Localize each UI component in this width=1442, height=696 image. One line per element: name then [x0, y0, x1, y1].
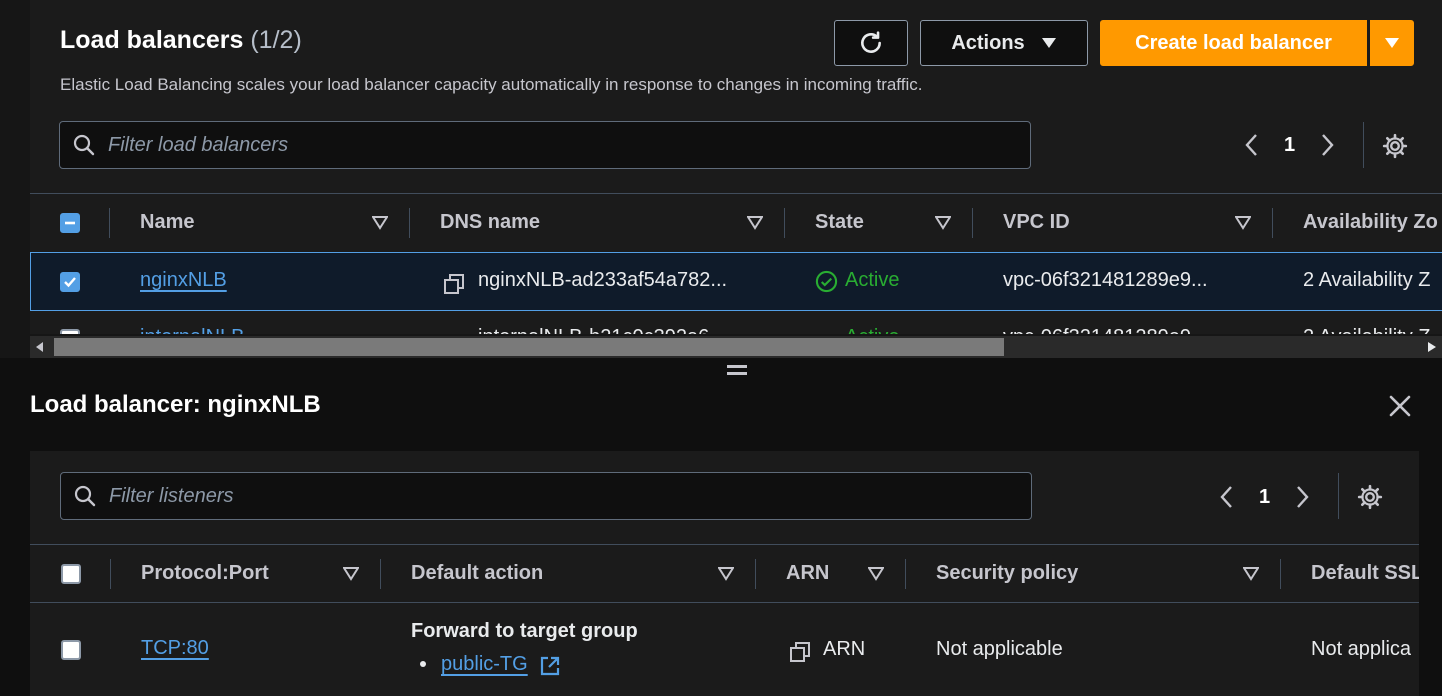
listeners-header-border [30, 602, 1419, 603]
column-separator [1272, 208, 1273, 238]
scroll-right-icon[interactable] [1428, 342, 1436, 352]
horizontal-scrollbar[interactable] [30, 336, 1442, 358]
page-number[interactable]: 1 [1259, 486, 1270, 509]
selection-count: (1/2) [250, 26, 302, 54]
dns-name-value: nginxNLB-ad233af54a782... [478, 269, 728, 291]
column-header-security-policy[interactable]: Security policy [936, 562, 1078, 585]
chevron-left-icon[interactable] [1242, 132, 1262, 158]
scroll-left-icon[interactable] [36, 342, 44, 352]
arn-value: ARN [823, 638, 866, 660]
search-placeholder: Filter listeners [109, 484, 234, 507]
actions-label: Actions [951, 31, 1025, 54]
pagination: 1 [1242, 132, 1337, 158]
load-balancer-name-link[interactable]: nginxNLB [140, 269, 227, 292]
column-separator [784, 208, 785, 238]
listeners-table-top-border [30, 544, 1419, 545]
filter-load-balancers-input[interactable]: Filter load balancers [59, 121, 1031, 169]
sort-icon[interactable] [1243, 567, 1259, 581]
column-separator [380, 559, 381, 589]
column-header-vpc-id[interactable]: VPC ID [1003, 211, 1070, 234]
external-link-icon[interactable] [539, 655, 561, 677]
bullet [420, 661, 426, 667]
vpc-id-value: vpc-06f321481289e9... [1003, 269, 1208, 291]
column-separator [755, 559, 756, 589]
row-checkbox[interactable] [60, 329, 80, 334]
copy-icon[interactable] [789, 641, 811, 663]
availability-zones-value: 2 Availability Z [1303, 269, 1431, 291]
sort-icon[interactable] [718, 567, 734, 581]
security-policy-value: Not applicable [936, 638, 1063, 660]
table-row-clipped[interactable]: internalNLB internalNLB-b21c0c392a6... A… [30, 311, 1442, 334]
pager-divider [1363, 122, 1364, 168]
sort-icon[interactable] [935, 216, 951, 230]
check-icon [64, 277, 76, 288]
actions-button[interactable]: Actions [920, 20, 1088, 66]
column-header-dns-name[interactable]: DNS name [440, 211, 540, 234]
column-separator [1280, 559, 1281, 589]
load-balancer-name-link[interactable]: internalNLB [140, 326, 245, 334]
refresh-icon [861, 31, 881, 53]
sort-icon[interactable] [868, 567, 884, 581]
filter-listeners-input[interactable]: Filter listeners [60, 472, 1032, 520]
column-separator [972, 208, 973, 238]
row-checkbox[interactable] [61, 640, 81, 660]
column-header-protocol-port[interactable]: Protocol:Port [141, 562, 269, 585]
row-checkbox[interactable] [60, 272, 80, 292]
column-separator [110, 559, 111, 589]
search-placeholder: Filter load balancers [108, 133, 289, 156]
column-separator [905, 559, 906, 589]
caret-down-icon [1041, 38, 1056, 48]
table-top-border [30, 193, 1442, 194]
column-separator [109, 208, 110, 238]
sort-icon[interactable] [1235, 216, 1251, 230]
state-value: Active [845, 326, 899, 334]
target-group-link[interactable]: public-TG [441, 653, 528, 676]
status-success-icon [815, 270, 838, 293]
select-all-listeners-checkbox[interactable] [61, 564, 81, 584]
search-icon [74, 485, 96, 507]
chevron-right-icon[interactable] [1292, 484, 1312, 510]
page-description: Elastic Load Balancing scales your load … [60, 75, 923, 94]
scrollbar-thumb[interactable] [54, 338, 1004, 356]
column-header-name[interactable]: Name [140, 211, 194, 234]
caret-down-icon [1385, 38, 1399, 48]
default-ssl-value: Not applica [1311, 638, 1412, 660]
column-header-default-ssl[interactable]: Default SSL [1311, 562, 1419, 585]
search-icon [73, 134, 95, 156]
dns-name-value: internalNLB-b21c0c392a6... [478, 326, 726, 334]
settings-gear-icon[interactable] [1382, 133, 1408, 159]
sort-icon[interactable] [372, 216, 388, 230]
copy-icon[interactable] [443, 273, 465, 295]
default-action-title: Forward to target group [411, 620, 638, 642]
sort-icon[interactable] [343, 567, 359, 581]
chevron-left-icon[interactable] [1217, 484, 1237, 510]
column-header-arn[interactable]: ARN [786, 562, 829, 585]
column-header-availability-zones[interactable]: Availability Zo [1303, 211, 1438, 234]
listeners-pagination: 1 [1217, 484, 1312, 510]
indeterminate-icon [65, 221, 75, 225]
state-value: Active [845, 269, 900, 291]
chevron-right-icon[interactable] [1317, 132, 1337, 158]
refresh-button[interactable] [834, 20, 908, 66]
column-header-default-action[interactable]: Default action [411, 562, 543, 585]
table-row-selected[interactable] [30, 252, 1442, 311]
availability-zones-value: 2 Availability Z [1303, 326, 1430, 334]
pager-divider [1338, 473, 1339, 519]
create-label: Create load balancer [1135, 31, 1332, 54]
column-header-state[interactable]: State [815, 211, 864, 234]
page-title: Load balancers (1/2) [60, 26, 302, 55]
sort-icon[interactable] [747, 216, 763, 230]
page-title-text: Load balancers [60, 26, 244, 54]
create-load-balancer-button[interactable]: Create load balancer [1100, 20, 1367, 66]
close-icon[interactable] [1386, 392, 1414, 420]
details-title: Load balancer: nginxNLB [30, 391, 321, 418]
resize-handle-icon[interactable] [727, 365, 747, 379]
settings-gear-icon[interactable] [1357, 484, 1383, 510]
create-options-button[interactable] [1370, 20, 1414, 66]
select-all-checkbox[interactable] [60, 213, 80, 233]
page-number[interactable]: 1 [1284, 134, 1295, 157]
column-separator [409, 208, 410, 238]
protocol-port-link[interactable]: TCP:80 [141, 637, 209, 660]
vpc-id-value: vpc-06f321481289e9... [1003, 326, 1208, 334]
